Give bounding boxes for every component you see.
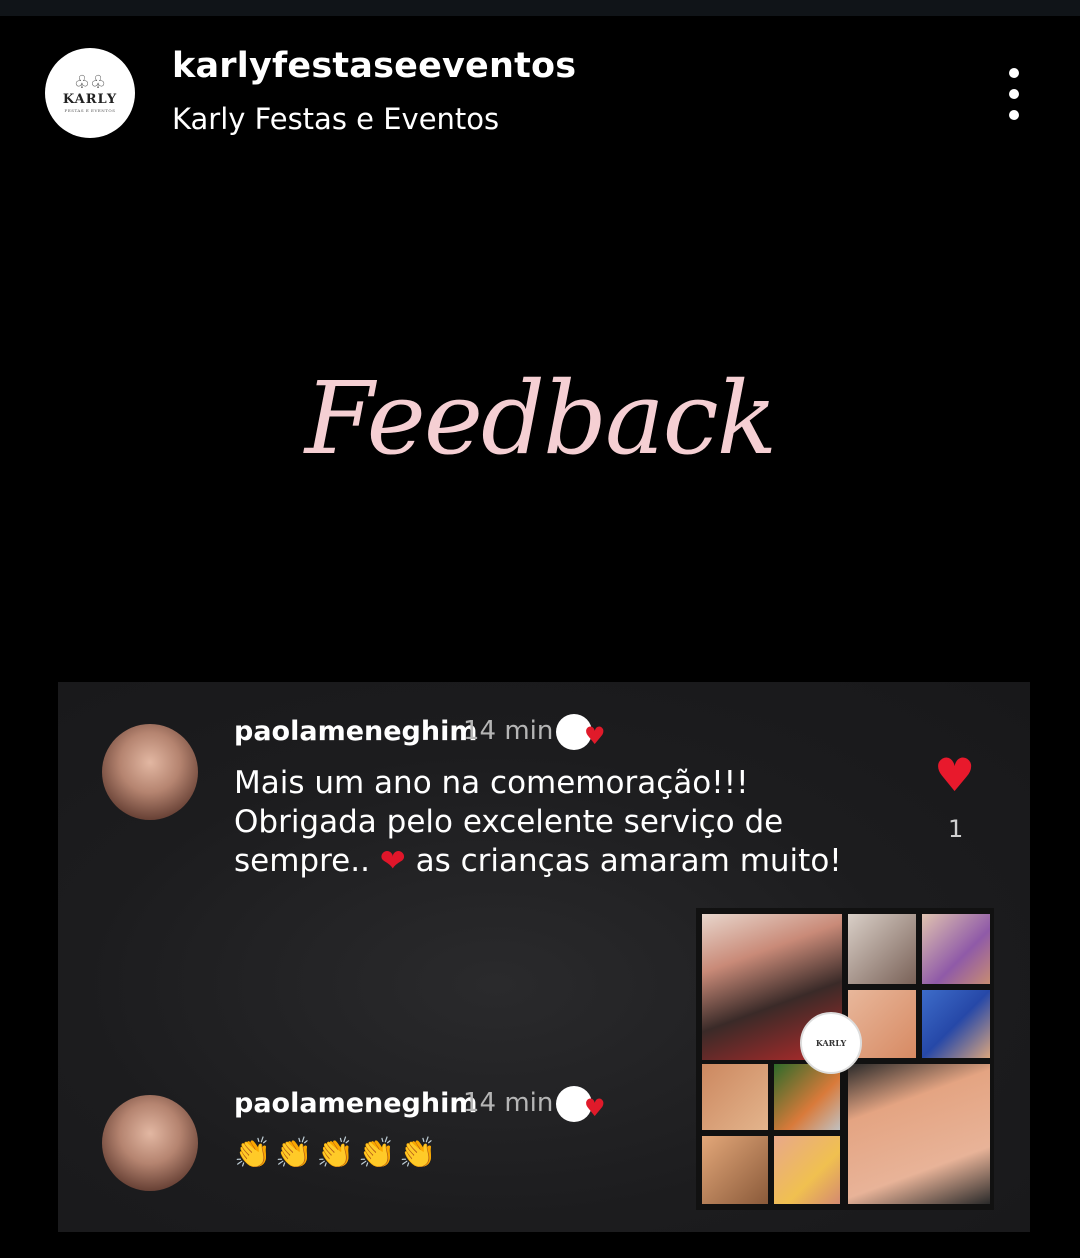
comment-fragment: sempre.. <box>234 843 380 879</box>
commenter-avatar <box>102 1095 198 1191</box>
more-vertical-icon <box>1009 68 1019 78</box>
collage-photo <box>702 1136 768 1204</box>
logo-tagline: FESTAS E EVENTOS <box>64 107 116 113</box>
collage-photo <box>774 1136 840 1204</box>
collage-photo <box>922 914 990 984</box>
profile-display-name: Karly Festas e Eventos <box>172 102 500 136</box>
comment-line: sempre.. ❤ as crianças amaram muito! <box>234 842 842 881</box>
comment-username: paolameneghim <box>234 1088 478 1119</box>
clapping-hands-icon: 👏👏👏👏👏 <box>234 1136 441 1171</box>
comment-fragment: as crianças amaram muito! <box>405 843 842 879</box>
profile-username[interactable]: karlyfestaseeventos <box>172 46 576 86</box>
profile-avatar[interactable]: ♧♧ KARLY FESTAS E EVENTOS <box>45 48 135 138</box>
more-options-button[interactable] <box>998 66 1030 122</box>
story-title: Feedback <box>304 360 778 477</box>
more-vertical-icon <box>1009 89 1019 99</box>
status-strip <box>0 0 1080 16</box>
collage-photo <box>702 1064 768 1130</box>
balloon-icon: ♧♧ <box>73 71 107 93</box>
comment-line: Mais um ano na comemoração!!! <box>234 765 749 801</box>
comment-timestamp: 14 min <box>463 716 554 746</box>
like-count: 1 <box>948 815 964 843</box>
collage-logo: KARLY <box>800 1012 862 1074</box>
comment-text: Mais um ano na comemoração!!! Obrigada p… <box>234 764 842 881</box>
comment-line: Obrigada pelo excelente serviço de <box>234 804 784 840</box>
commenter-avatar <box>102 724 198 820</box>
heart-icon[interactable]: ♥ <box>934 752 975 798</box>
logo-brand: KARLY <box>62 91 118 107</box>
collage-photo <box>922 990 990 1058</box>
creator-liked-heart-icon: ♥ <box>584 1094 606 1122</box>
creator-liked-heart-icon: ♥ <box>584 722 606 750</box>
collage-photo <box>848 914 916 984</box>
red-heart-icon: ❤ <box>379 843 406 879</box>
story-header: ♧♧ KARLY FESTAS E EVENTOS karlyfestaseev… <box>0 16 1080 166</box>
more-vertical-icon <box>1009 110 1019 120</box>
collage-photo <box>848 1064 990 1204</box>
comment-timestamp: 14 min <box>463 1088 554 1118</box>
comment-username: paolameneghim <box>234 716 478 747</box>
